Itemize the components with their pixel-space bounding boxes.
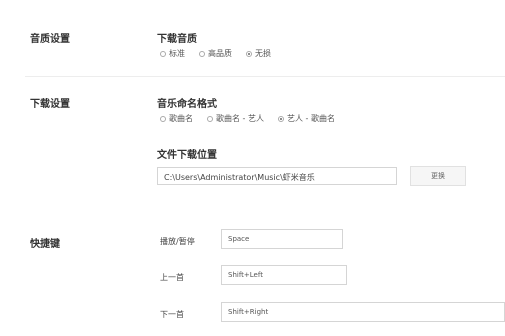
shortcuts-section-title: 快捷键 (30, 239, 60, 250)
quality-option-high[interactable]: 高品质 (199, 48, 232, 59)
radio-circle-icon (160, 115, 166, 122)
download-location-title: 文件下载位置 (157, 150, 217, 161)
radio-checked-icon (277, 115, 284, 122)
radio-checked-icon (246, 50, 252, 57)
shortcut-label-previous: 上一首 (160, 273, 184, 282)
radio-circle-icon (160, 50, 166, 57)
quality-option-label: 标准 (169, 49, 185, 58)
download-path-field[interactable]: C:\Users\Administrator\Music\虾米音乐 (157, 167, 397, 185)
download-section-title: 下载设置 (30, 99, 70, 110)
quality-option-lossless[interactable]: 无损 (246, 48, 271, 59)
download-quality-title: 下载音质 (157, 34, 197, 45)
naming-option-artist-song[interactable]: 艺人 - 歌曲名 (277, 113, 335, 124)
quality-option-label: 无损 (255, 49, 271, 58)
radio-circle-icon (199, 50, 205, 57)
quality-option-label: 高品质 (208, 49, 232, 58)
shortcut-input-next[interactable]: Shift+Right (221, 302, 505, 322)
shortcut-input-previous[interactable]: Shift+Left (221, 265, 347, 285)
download-quality-radio-group: 标准 高品质 无损 (160, 48, 285, 59)
naming-option-song[interactable]: 歌曲名 (160, 113, 193, 124)
shortcut-label-play-pause: 播放/暂停 (160, 237, 195, 246)
naming-option-label: 艺人 - 歌曲名 (286, 114, 335, 123)
naming-option-label: 歌曲名 - 艺人 (216, 114, 264, 123)
naming-format-title: 音乐命名格式 (157, 99, 217, 110)
section-divider (25, 76, 505, 77)
quality-option-standard[interactable]: 标准 (160, 48, 185, 59)
naming-option-label: 歌曲名 (169, 114, 193, 123)
shortcut-input-play-pause[interactable]: Space (221, 229, 343, 249)
naming-option-song-artist[interactable]: 歌曲名 - 艺人 (207, 113, 264, 124)
radio-circle-icon (207, 115, 213, 122)
shortcut-label-next: 下一首 (160, 310, 184, 319)
naming-format-radio-group: 歌曲名 歌曲名 - 艺人 艺人 - 歌曲名 (160, 113, 349, 124)
audio-quality-section-title: 音质设置 (30, 34, 70, 45)
change-location-button[interactable]: 更换 (410, 166, 466, 186)
